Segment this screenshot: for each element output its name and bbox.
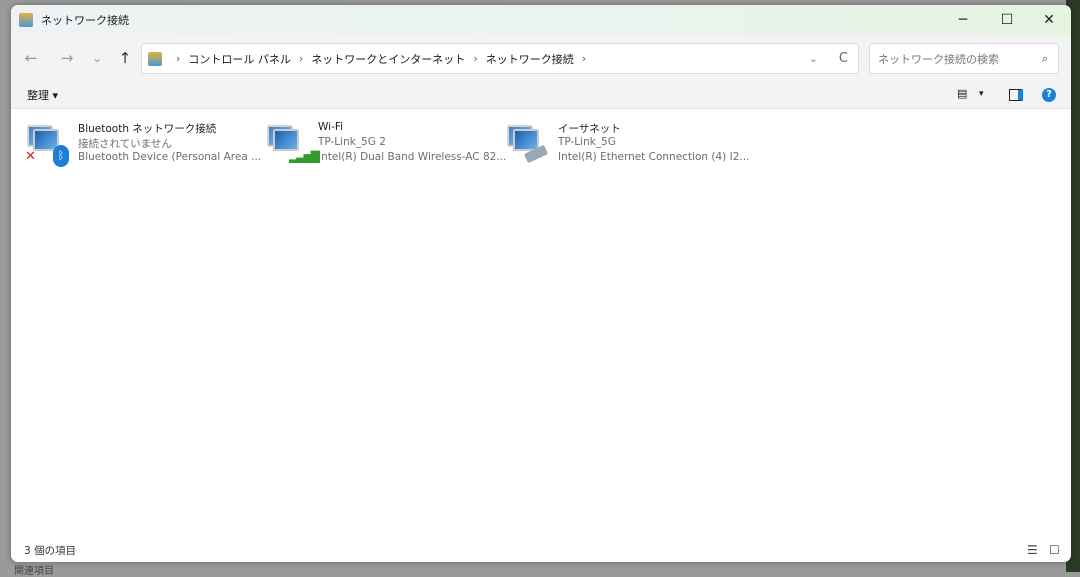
connection-device: Intel(R) Dual Band Wireless-AC 82... bbox=[318, 151, 507, 163]
maximize-button[interactable]: ☐ bbox=[985, 5, 1029, 35]
breadcrumb-separator[interactable]: › bbox=[473, 52, 477, 65]
breadcrumb-network-internet[interactable]: ネットワークとインターネット bbox=[311, 51, 465, 67]
connection-device: Intel(R) Ethernet Connection (4) I2... bbox=[558, 151, 750, 163]
search-placeholder: ネットワーク接続の検索 bbox=[878, 52, 999, 66]
up-button[interactable]: ↑ bbox=[111, 49, 139, 67]
breadcrumb-separator[interactable]: › bbox=[582, 52, 586, 65]
status-bar: 3 個の項目 ☰ ☐ bbox=[11, 538, 1071, 562]
connection-status: TP-Link_5G bbox=[558, 136, 616, 148]
search-box[interactable]: ネットワーク接続の検索 ⌕ bbox=[869, 43, 1059, 74]
help-icon[interactable]: ? bbox=[1042, 88, 1056, 102]
refresh-icon[interactable]: C bbox=[839, 51, 848, 66]
address-bar[interactable]: › コントロール パネル › ネットワークとインターネット › ネットワーク接続… bbox=[141, 43, 859, 74]
network-connections-icon bbox=[19, 13, 33, 27]
navigation-bar: ← → ⌄ ↑ › コントロール パネル › ネットワークとインターネット › … bbox=[11, 35, 1071, 81]
disconnected-x-icon: ✕ bbox=[25, 149, 36, 164]
connection-item-bluetooth[interactable]: ✕ ᛒ Bluetooth ネットワーク接続 接続されていません Bluetoo… bbox=[23, 119, 261, 169]
view-options-icon[interactable]: ▤ bbox=[957, 87, 967, 100]
forward-button[interactable]: → bbox=[53, 49, 81, 67]
connection-item-ethernet[interactable]: イーサネット TP-Link_5G Intel(R) Ethernet Conn… bbox=[503, 119, 749, 169]
organize-menu[interactable]: 整理 ▾ bbox=[27, 87, 58, 103]
minimize-button[interactable]: ─ bbox=[941, 5, 985, 35]
back-button[interactable]: ← bbox=[17, 49, 45, 67]
recent-locations-button[interactable]: ⌄ bbox=[83, 51, 111, 65]
search-icon[interactable]: ⌕ bbox=[1042, 52, 1048, 66]
connection-name: Wi-Fi bbox=[318, 121, 344, 133]
title-bar: ネットワーク接続 ─ ☐ ✕ bbox=[11, 5, 1071, 35]
breadcrumb-separator[interactable]: › bbox=[176, 52, 180, 65]
window-title: ネットワーク接続 bbox=[41, 14, 129, 27]
breadcrumb-control-panel[interactable]: コントロール パネル bbox=[188, 51, 291, 67]
connection-status: TP-Link_5G 2 bbox=[318, 136, 386, 148]
wifi-signal-icon: ▂▃▅▇ bbox=[289, 149, 320, 163]
close-button[interactable]: ✕ bbox=[1027, 5, 1071, 35]
connection-device: Bluetooth Device (Personal Area ... bbox=[78, 151, 262, 163]
preview-pane-icon[interactable] bbox=[1009, 89, 1023, 101]
item-count: 3 個の項目 bbox=[24, 544, 77, 557]
connection-name: イーサネット bbox=[558, 123, 621, 135]
command-bar: 整理 ▾ ▤ ▾ ? bbox=[11, 81, 1071, 109]
breadcrumb-network-connections[interactable]: ネットワーク接続 bbox=[486, 51, 574, 67]
bluetooth-icon: ᛒ bbox=[53, 145, 69, 167]
connection-status: 接続されていません bbox=[78, 138, 172, 150]
address-dropdown-icon[interactable]: ⌄ bbox=[809, 52, 818, 65]
view-dropdown[interactable]: ▾ bbox=[979, 89, 984, 99]
connection-item-wifi[interactable]: ▂▃▅▇ Wi-Fi TP-Link_5G 2 Intel(R) Dual Ba… bbox=[263, 119, 506, 169]
explorer-window: ネットワーク接続 ─ ☐ ✕ ← → ⌄ ↑ › コントロール パネル › ネッ… bbox=[11, 5, 1071, 562]
breadcrumb-separator[interactable]: › bbox=[299, 52, 303, 65]
large-icons-view-icon[interactable]: ☐ bbox=[1049, 543, 1060, 557]
details-view-icon[interactable]: ☰ bbox=[1027, 543, 1038, 557]
background-window-text: 関連項目 bbox=[14, 566, 54, 577]
control-panel-icon bbox=[148, 51, 162, 66]
connection-name: Bluetooth ネットワーク接続 bbox=[78, 123, 217, 135]
